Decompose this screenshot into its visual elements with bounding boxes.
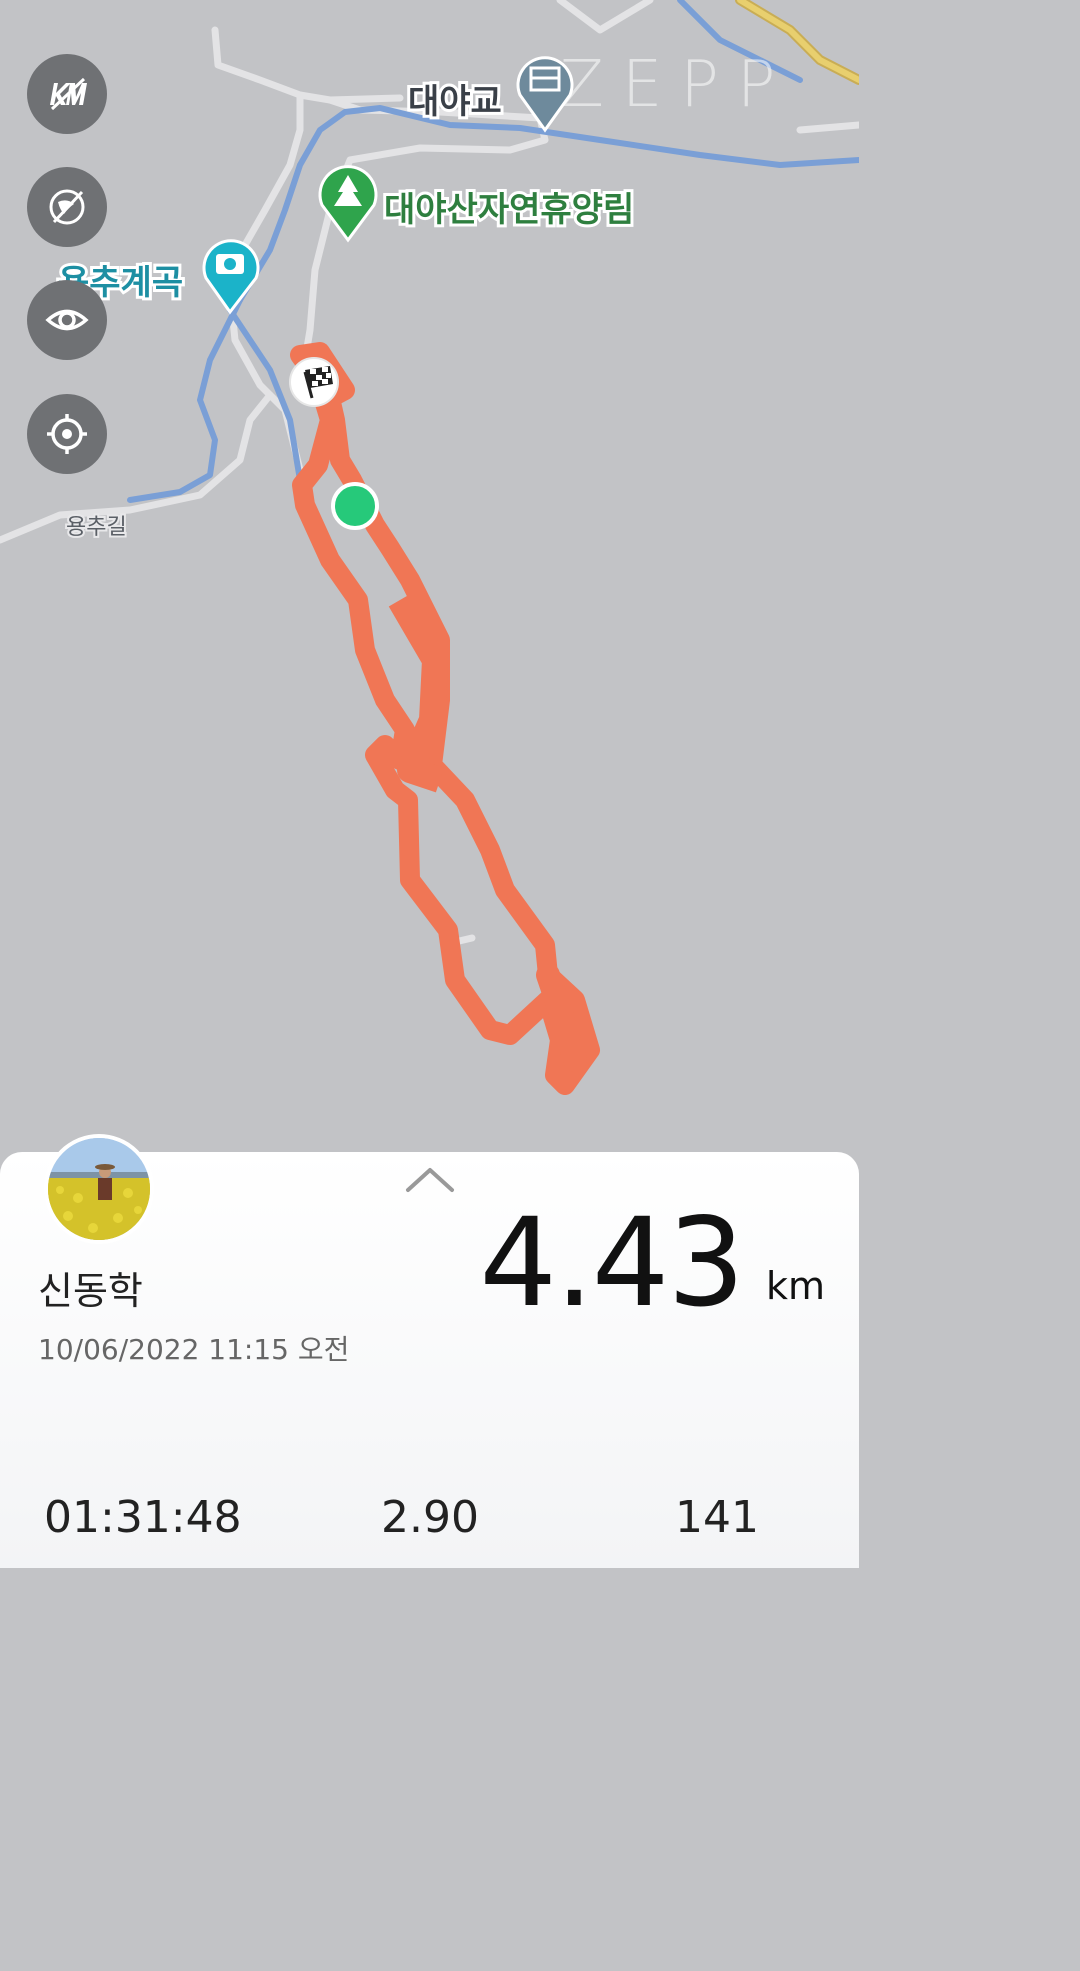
distance-unit: km <box>766 1264 826 1308</box>
view-toggle-button[interactable] <box>27 280 107 360</box>
road-label: 용추길 <box>64 513 129 542</box>
privacy-toggle-button[interactable] <box>27 167 107 247</box>
locate-icon <box>47 414 87 454</box>
stat-3-value: 141 <box>675 1492 759 1543</box>
zepp-watermark: ZEPP <box>560 48 794 122</box>
forest-label: 대야산자연휴양림 <box>381 187 637 233</box>
map-canvas[interactable] <box>0 0 864 1170</box>
bridge-label: 대야교 <box>405 79 505 125</box>
summary-sheet: 신동학 10/06/2022 11:15 오전 4.43 km 01:31:48… <box>0 1134 859 1568</box>
user-name: 신동학 <box>38 1269 143 1313</box>
chevron-up-icon[interactable] <box>405 1164 455 1194</box>
km-marker-button[interactable] <box>27 54 107 134</box>
km-marker-icon <box>50 77 87 111</box>
duration-value: 01:31:48 <box>44 1492 242 1543</box>
locate-button[interactable] <box>27 394 107 474</box>
avatar-image <box>48 1138 150 1240</box>
route-map[interactable]: ZEPP 대야교 대야산자연휴양림 용추계곡 용추길 <box>0 0 864 1170</box>
avatar[interactable] <box>44 1134 154 1244</box>
start-point-icon <box>331 482 379 530</box>
distance-value: 4.43 <box>479 1192 745 1334</box>
finish-flag-icon <box>289 357 339 407</box>
privacy-off-icon <box>49 189 85 225</box>
eye-icon <box>45 309 89 331</box>
activity-datetime: 10/06/2022 11:15 오전 <box>38 1333 350 1366</box>
stat-2-value: 2.90 <box>381 1492 479 1543</box>
